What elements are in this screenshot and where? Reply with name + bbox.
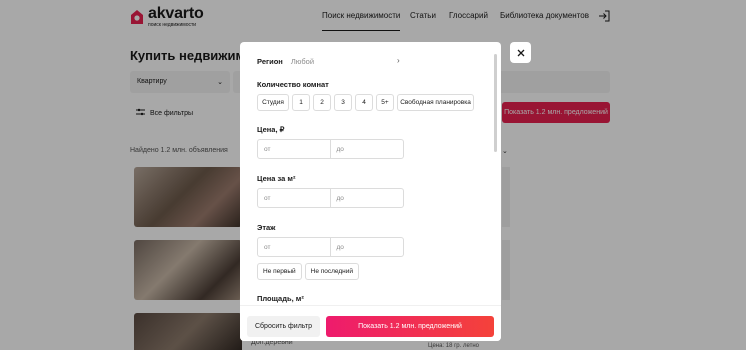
floor-range: от до [257, 237, 404, 257]
floor-to-input[interactable]: до [331, 238, 404, 256]
price-from-input[interactable]: от [258, 140, 331, 158]
floor-not-first-chip[interactable]: Не первый [257, 263, 302, 280]
rooms-options: Студия 1 2 3 4 5+ Свободная планировка [257, 94, 474, 111]
rooms-option-4[interactable]: 4 [355, 94, 373, 111]
price-to-input[interactable]: до [331, 140, 404, 158]
chevron-right-icon: › [397, 56, 400, 65]
rooms-title: Количество комнат [257, 80, 329, 89]
price-per-m2-range: от до [257, 188, 404, 208]
reset-filter-button[interactable]: Сбросить фильтр [247, 316, 320, 337]
rooms-option-5plus[interactable]: 5+ [376, 94, 394, 111]
price-title: Цена, ₽ [257, 125, 285, 134]
rooms-option-free-layout[interactable]: Свободная планировка [397, 94, 474, 111]
floor-from-input[interactable]: от [258, 238, 331, 256]
floor-title: Этаж [257, 223, 276, 232]
show-results-button[interactable]: Показать 1.2 млн. предложений [326, 316, 494, 337]
region-label: Регион [257, 56, 283, 66]
price-range: от до [257, 139, 404, 159]
modal-scrollbar[interactable] [494, 54, 497, 152]
close-icon [517, 44, 525, 62]
region-value: Любой [290, 56, 315, 66]
floor-options: Не первый Не последний [257, 263, 360, 280]
filter-modal: Регион Любой › Количество комнат Студия … [240, 42, 501, 341]
modal-footer: Сбросить фильтр Показать 1.2 млн. предло… [240, 305, 501, 341]
rooms-option-3[interactable]: 3 [334, 94, 352, 111]
close-modal-button[interactable] [510, 42, 531, 63]
price-per-m2-from-input[interactable]: от [258, 189, 331, 207]
region-selector[interactable]: Регион Любой › [257, 56, 405, 66]
rooms-option-studio[interactable]: Студия [257, 94, 289, 111]
rooms-option-1[interactable]: 1 [292, 94, 310, 111]
floor-not-last-chip[interactable]: Не последний [304, 263, 360, 280]
price-per-m2-to-input[interactable]: до [331, 189, 404, 207]
price-per-m2-title: Цена за м² [257, 174, 296, 183]
rooms-option-2[interactable]: 2 [313, 94, 331, 111]
area-title: Площадь, м² [257, 294, 304, 303]
filter-scroll-area[interactable]: Регион Любой › Количество комнат Студия … [240, 42, 501, 305]
